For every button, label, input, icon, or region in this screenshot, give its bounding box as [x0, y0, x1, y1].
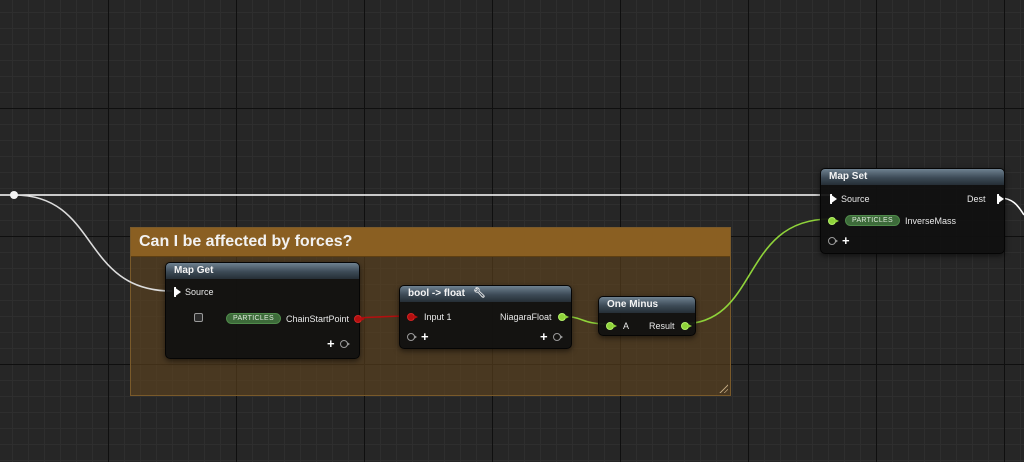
map-get-source-row: Source [174, 287, 214, 297]
wrench-icon: 🔧︎ [472, 288, 486, 299]
one-minus-header[interactable]: One Minus [599, 297, 695, 313]
bool-to-float-title: bool -> float [408, 288, 465, 299]
exec-output-pin[interactable] [996, 194, 1004, 204]
map-get-node[interactable]: Map Get Source PARTICLES ChainStartPoint… [165, 262, 366, 359]
graph-canvas[interactable]: Can I be affected by forces? Map Get Sou… [0, 0, 1024, 462]
pin-arrow [564, 315, 569, 319]
attribute-label[interactable]: InverseMass [905, 216, 956, 226]
one-minus-node[interactable]: One Minus A Result [598, 296, 696, 336]
default-value-checkbox[interactable] [194, 313, 203, 322]
add-pin-icon[interactable]: + [327, 337, 335, 350]
pin-arrow [559, 335, 563, 339]
map-set-attribute-row: PARTICLES InverseMass [828, 215, 956, 226]
bool-to-float-header[interactable]: bool -> float 🔧︎ [400, 286, 571, 302]
map-set-source-row: Source [830, 194, 870, 204]
dest-label: Dest [967, 194, 986, 204]
comment-resize-grip[interactable] [718, 383, 728, 393]
map-get-output-row: PARTICLES ChainStartPoint [226, 313, 366, 324]
pin-arrow [835, 218, 839, 223]
output-label: NiagaraFloat [500, 312, 552, 322]
comment-title[interactable]: Can I be affected by forces? [131, 228, 730, 257]
bool-to-float-input-row: Input 1 [407, 312, 452, 322]
pin-arrow [414, 315, 418, 319]
map-set-add-row: + [828, 234, 850, 247]
one-minus-io-row: A [606, 321, 629, 331]
source-label: Source [185, 287, 214, 297]
one-minus-output-row: Result [649, 321, 692, 331]
map-set-node[interactable]: Map Set Source Dest PARTICLES InverseMas… [820, 168, 1005, 254]
pin-arrow [346, 342, 350, 346]
pin-arrow [613, 324, 617, 328]
exec-reroute-dot[interactable] [10, 191, 18, 199]
exec-input-pin[interactable] [174, 287, 181, 297]
bool-to-float-node[interactable]: bool -> float 🔧︎ Input 1 NiagaraFloat + … [399, 285, 572, 349]
map-get-title: Map Get [174, 265, 214, 276]
bool-to-float-output-row: NiagaraFloat [500, 312, 569, 322]
pin-arrow [687, 324, 692, 328]
bool-to-float-add-input-row: + [407, 330, 429, 343]
map-get-header[interactable]: Map Get [166, 263, 359, 279]
map-set-title: Map Set [829, 171, 868, 182]
namespace-badge: PARTICLES [845, 215, 900, 226]
source-label: Source [841, 194, 870, 204]
output-label: Result [649, 321, 675, 331]
map-set-dest-row: Dest [967, 194, 1004, 204]
map-get-add-row: + [327, 337, 350, 350]
add-pin-icon[interactable]: + [842, 234, 850, 247]
namespace-badge: PARTICLES [226, 313, 281, 324]
pin-arrow [835, 239, 838, 243]
exec-input-pin[interactable] [830, 194, 837, 204]
bool-to-float-add-output-row: + [540, 330, 563, 343]
input-label: A [623, 321, 630, 331]
input-label: Input 1 [424, 312, 452, 322]
map-set-header[interactable]: Map Set [821, 169, 1004, 185]
add-output-icon[interactable]: + [540, 330, 548, 343]
one-minus-title: One Minus [607, 299, 659, 310]
map-get-attribute-row [194, 313, 203, 322]
add-input-icon[interactable]: + [421, 330, 429, 343]
pin-arrow [361, 316, 366, 321]
pin-arrow [414, 335, 417, 339]
attribute-label[interactable]: ChainStartPoint [286, 314, 349, 324]
